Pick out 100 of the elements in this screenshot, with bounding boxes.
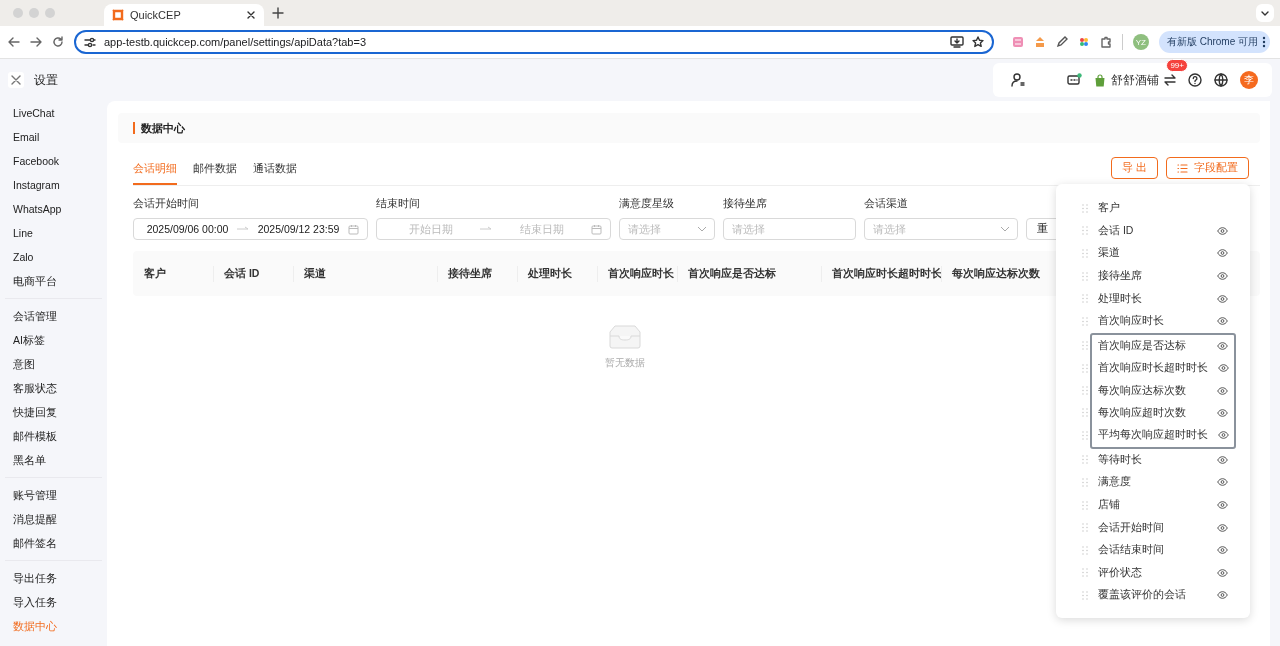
- sidebar-item[interactable]: WhatsApp: [0, 197, 107, 221]
- grip-icon[interactable]: [1082, 203, 1088, 213]
- grip-icon[interactable]: [1082, 249, 1088, 258]
- close-icon[interactable]: [246, 10, 256, 20]
- sidebar-item[interactable]: Zalo: [0, 245, 107, 269]
- end-date-field[interactable]: 结束日期: [496, 223, 587, 235]
- eye-icon[interactable]: [1217, 341, 1228, 350]
- sidebar-item[interactable]: 快捷回复: [0, 400, 107, 424]
- field-option[interactable]: 会话 ID: [1098, 223, 1207, 238]
- input-field[interactable]: 请选择: [723, 218, 856, 240]
- sidebar-item[interactable]: 电商平台: [0, 269, 107, 293]
- eye-icon[interactable]: [1217, 546, 1228, 555]
- field-option[interactable]: 每次响应达标次数: [1098, 383, 1207, 398]
- extension-icon[interactable]: [1077, 36, 1090, 48]
- eyedropper-icon[interactable]: [1055, 36, 1068, 48]
- date-range-field[interactable]: 2025/09/06 00:00 2025/09/12 23:59: [133, 218, 368, 240]
- browser-tab[interactable]: QuickCEP: [104, 4, 264, 26]
- sidebar-item[interactable]: 导入任务: [0, 590, 107, 614]
- field-option[interactable]: 满意度: [1098, 475, 1207, 490]
- sidebar-item[interactable]: 邮件签名: [0, 531, 107, 555]
- sidebar-item[interactable]: 消息提醒: [0, 507, 107, 531]
- field-option[interactable]: 接待坐席: [1098, 269, 1207, 284]
- puzzle-icon[interactable]: [1099, 36, 1112, 48]
- sidebar-item[interactable]: Facebook: [0, 149, 107, 173]
- select-field[interactable]: 请选择: [619, 218, 715, 240]
- install-icon[interactable]: [949, 36, 964, 48]
- field-option[interactable]: 渠道: [1098, 246, 1207, 261]
- switch-icon[interactable]: [1164, 74, 1176, 86]
- field-option[interactable]: 覆盖该评价的会话: [1098, 588, 1207, 603]
- sidebar-item[interactable]: 导出任务: [0, 566, 107, 590]
- eye-icon[interactable]: [1217, 568, 1228, 577]
- field-option[interactable]: 平均每次响应超时时长: [1098, 428, 1208, 443]
- grip-icon[interactable]: [1082, 386, 1088, 396]
- chat-icon[interactable]: [1067, 73, 1082, 87]
- sidebar-item[interactable]: 黑名单: [0, 448, 107, 472]
- back-icon[interactable]: [8, 36, 20, 48]
- start-date-field[interactable]: 开始日期: [385, 223, 476, 235]
- sidebar-item[interactable]: 意图: [0, 352, 107, 376]
- start-date-field[interactable]: 2025/09/06 00:00: [142, 223, 233, 235]
- sidebar-item[interactable]: Email: [0, 125, 107, 149]
- end-date-field[interactable]: 2025/09/12 23:59: [253, 223, 344, 235]
- grip-icon[interactable]: [1082, 500, 1088, 510]
- field-option[interactable]: 首次响应时长: [1098, 314, 1207, 329]
- address-bar[interactable]: app-testb.quickcep.com/panel/settings/apiData?tab=3: [74, 30, 994, 54]
- field-option[interactable]: 店铺: [1098, 498, 1207, 512]
- grip-icon[interactable]: [1082, 477, 1088, 487]
- field-option[interactable]: 会话结束时间: [1098, 543, 1207, 558]
- grip-icon[interactable]: [1082, 408, 1088, 418]
- help-icon[interactable]: [1188, 73, 1202, 87]
- grip-icon[interactable]: [1082, 294, 1088, 304]
- eye-icon[interactable]: [1217, 317, 1228, 326]
- field-option[interactable]: 客户: [1098, 201, 1207, 216]
- field-option[interactable]: 等待时长: [1098, 452, 1207, 467]
- eye-icon[interactable]: [1217, 272, 1228, 281]
- field-option[interactable]: 处理时长: [1098, 291, 1207, 306]
- sidebar-item[interactable]: 账号管理: [0, 483, 107, 507]
- grip-icon[interactable]: [1082, 341, 1088, 351]
- reload-icon[interactable]: [52, 36, 64, 48]
- field-option[interactable]: 每次响应超时次数: [1098, 405, 1207, 420]
- globe-icon[interactable]: [1214, 73, 1228, 87]
- close-button[interactable]: [8, 72, 24, 88]
- eye-icon[interactable]: [1217, 591, 1228, 600]
- grip-icon[interactable]: [1082, 523, 1088, 533]
- grip-icon[interactable]: [1082, 455, 1088, 465]
- update-chrome-button[interactable]: 有新版 Chrome 可用: [1158, 31, 1270, 53]
- forward-icon[interactable]: [30, 36, 42, 48]
- eye-icon[interactable]: [1217, 249, 1228, 258]
- grip-icon[interactable]: [1082, 271, 1088, 281]
- date-range-field[interactable]: 开始日期 结束日期: [376, 218, 611, 240]
- field-option[interactable]: 首次响应是否达标: [1098, 338, 1207, 353]
- sidebar-item[interactable]: Line: [0, 221, 107, 245]
- grip-icon[interactable]: [1082, 590, 1088, 600]
- field-option[interactable]: 会话开始时间: [1098, 520, 1207, 535]
- user-icon[interactable]: [1011, 73, 1025, 87]
- select-field[interactable]: 请选择: [864, 218, 1018, 240]
- eye-icon[interactable]: [1217, 408, 1228, 417]
- grip-icon[interactable]: [1082, 545, 1088, 555]
- grip-icon[interactable]: [1082, 568, 1088, 578]
- grip-icon[interactable]: [1082, 363, 1088, 373]
- grip-icon[interactable]: [1082, 430, 1088, 440]
- sidebar-item[interactable]: 客服状态: [0, 376, 107, 400]
- eye-icon[interactable]: [1217, 226, 1228, 235]
- field-option[interactable]: 评价状态: [1098, 565, 1207, 580]
- star-icon[interactable]: [971, 36, 984, 48]
- shop-name[interactable]: 舒舒酒铺: [1111, 71, 1159, 89]
- eye-icon[interactable]: [1217, 455, 1228, 464]
- tab[interactable]: 邮件数据: [193, 162, 237, 185]
- eye-icon[interactable]: [1218, 431, 1229, 440]
- eye-icon[interactable]: [1217, 523, 1228, 532]
- eye-icon[interactable]: [1217, 478, 1228, 487]
- sidebar-item[interactable]: 邮件模板: [0, 424, 107, 448]
- eye-icon[interactable]: [1218, 364, 1229, 373]
- sidebar-item[interactable]: 会话管理: [0, 304, 107, 328]
- grip-icon[interactable]: [1082, 316, 1088, 326]
- site-settings-icon[interactable]: [84, 36, 96, 48]
- tab[interactable]: 通话数据: [253, 162, 297, 185]
- eye-icon[interactable]: [1217, 501, 1228, 509]
- eye-icon[interactable]: [1217, 386, 1228, 395]
- sidebar-item[interactable]: AI标签: [0, 328, 107, 352]
- sidebar-item[interactable]: Instagram: [0, 173, 107, 197]
